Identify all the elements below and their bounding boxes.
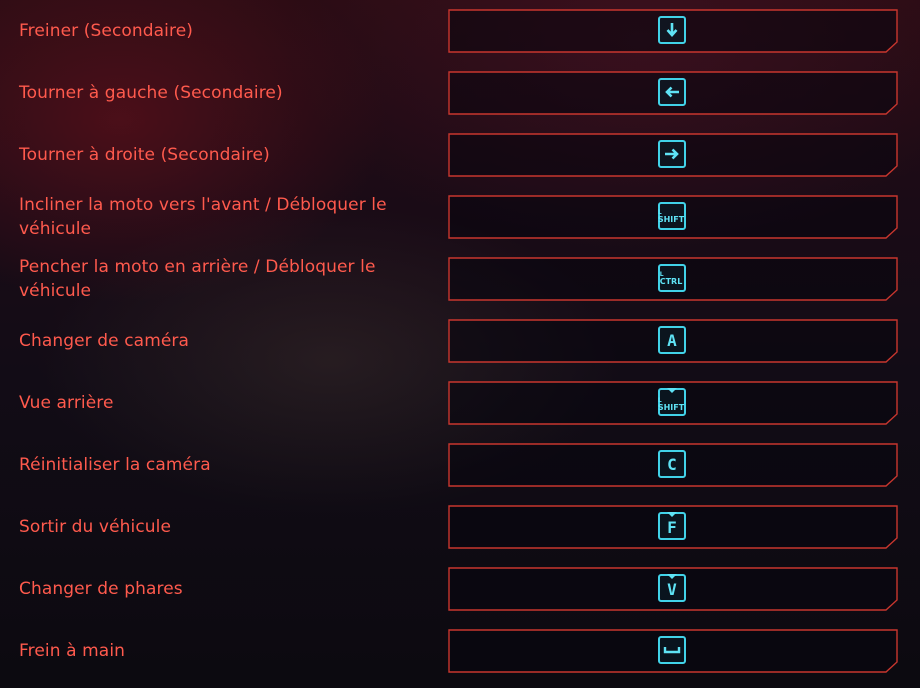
key-binding-slot[interactable] bbox=[448, 71, 898, 115]
keybinding-list: Freiner (Secondaire) Tourner à gauche (S… bbox=[0, 0, 920, 688]
binding-label: Frein à main bbox=[19, 641, 126, 661]
binding-label: Tourner à droite (Secondaire) bbox=[19, 145, 270, 165]
key-binding-slot[interactable]: L CTRL bbox=[448, 257, 898, 301]
binding-row-turn-left-secondary: Tourner à gauche (Secondaire) bbox=[0, 71, 920, 115]
key-label: F bbox=[667, 518, 677, 537]
key-icon[interactable]: A bbox=[658, 326, 686, 354]
binding-label: Changer de caméra bbox=[19, 331, 190, 351]
key-icon[interactable]: C bbox=[658, 450, 686, 478]
binding-row-handbrake: Frein à main bbox=[0, 629, 920, 673]
binding-row-brake-secondary: Freiner (Secondaire) bbox=[0, 9, 920, 53]
key-label: CTRL bbox=[659, 277, 683, 286]
binding-row-toggle-headlights: Changer de phares V bbox=[0, 567, 920, 611]
binding-label: Pencher la moto en arrière / Débloquer l… bbox=[19, 257, 376, 301]
key-binding-slot[interactable] bbox=[448, 9, 898, 53]
binding-row-rear-view: Vue arrière L SHIFT bbox=[0, 381, 920, 425]
binding-row-reset-camera: Réinitialiser la caméra C bbox=[0, 443, 920, 487]
key-label: SHIFT bbox=[657, 215, 685, 224]
binding-label: Tourner à gauche (Secondaire) bbox=[19, 83, 283, 103]
binding-row-exit-vehicle: Sortir du véhicule F bbox=[0, 505, 920, 549]
key-binding-slot[interactable]: A bbox=[448, 319, 898, 363]
key-binding-slot[interactable]: L SHIFT bbox=[448, 195, 898, 239]
key-binding-slot[interactable]: L SHIFT bbox=[448, 381, 898, 425]
hold-indicator-icon bbox=[667, 574, 677, 579]
arrow-down-icon[interactable] bbox=[658, 16, 686, 44]
spacebar-icon[interactable] bbox=[658, 636, 686, 664]
key-binding-slot[interactable] bbox=[448, 133, 898, 177]
binding-label: Changer de phares bbox=[19, 579, 183, 599]
hold-left-shift-key-icon[interactable]: L SHIFT bbox=[658, 388, 686, 416]
left-ctrl-key-icon[interactable]: L CTRL bbox=[658, 264, 686, 292]
key-label: A bbox=[667, 330, 677, 350]
binding-row-change-camera: Changer de caméra A bbox=[0, 319, 920, 363]
binding-label: Incliner la moto vers l'avant / Débloque… bbox=[19, 195, 387, 239]
binding-label: Vue arrière bbox=[19, 393, 114, 413]
key-label: V bbox=[667, 580, 677, 599]
binding-row-lean-back: Pencher la moto en arrière / Débloquer l… bbox=[0, 257, 920, 301]
key-label: SHIFT bbox=[657, 402, 685, 412]
arrow-left-icon[interactable] bbox=[658, 78, 686, 106]
hold-indicator-icon bbox=[667, 388, 677, 393]
left-shift-key-icon[interactable]: L SHIFT bbox=[658, 202, 686, 230]
binding-row-lean-forward: Incliner la moto vers l'avant / Débloque… bbox=[0, 195, 920, 239]
key-binding-slot[interactable] bbox=[448, 629, 898, 673]
key-binding-slot[interactable]: F bbox=[448, 505, 898, 549]
hold-key-icon[interactable]: V bbox=[658, 574, 686, 602]
binding-row-turn-right-secondary: Tourner à droite (Secondaire) bbox=[0, 133, 920, 177]
hold-indicator-icon bbox=[667, 512, 677, 517]
key-binding-slot[interactable]: V bbox=[448, 567, 898, 611]
binding-label: Réinitialiser la caméra bbox=[19, 455, 211, 475]
binding-label: Freiner (Secondaire) bbox=[19, 21, 194, 41]
binding-label: Sortir du véhicule bbox=[19, 517, 172, 537]
key-binding-slot[interactable]: C bbox=[448, 443, 898, 487]
hold-key-icon[interactable]: F bbox=[658, 512, 686, 540]
arrow-right-icon[interactable] bbox=[658, 140, 686, 168]
key-label: C bbox=[667, 454, 677, 474]
